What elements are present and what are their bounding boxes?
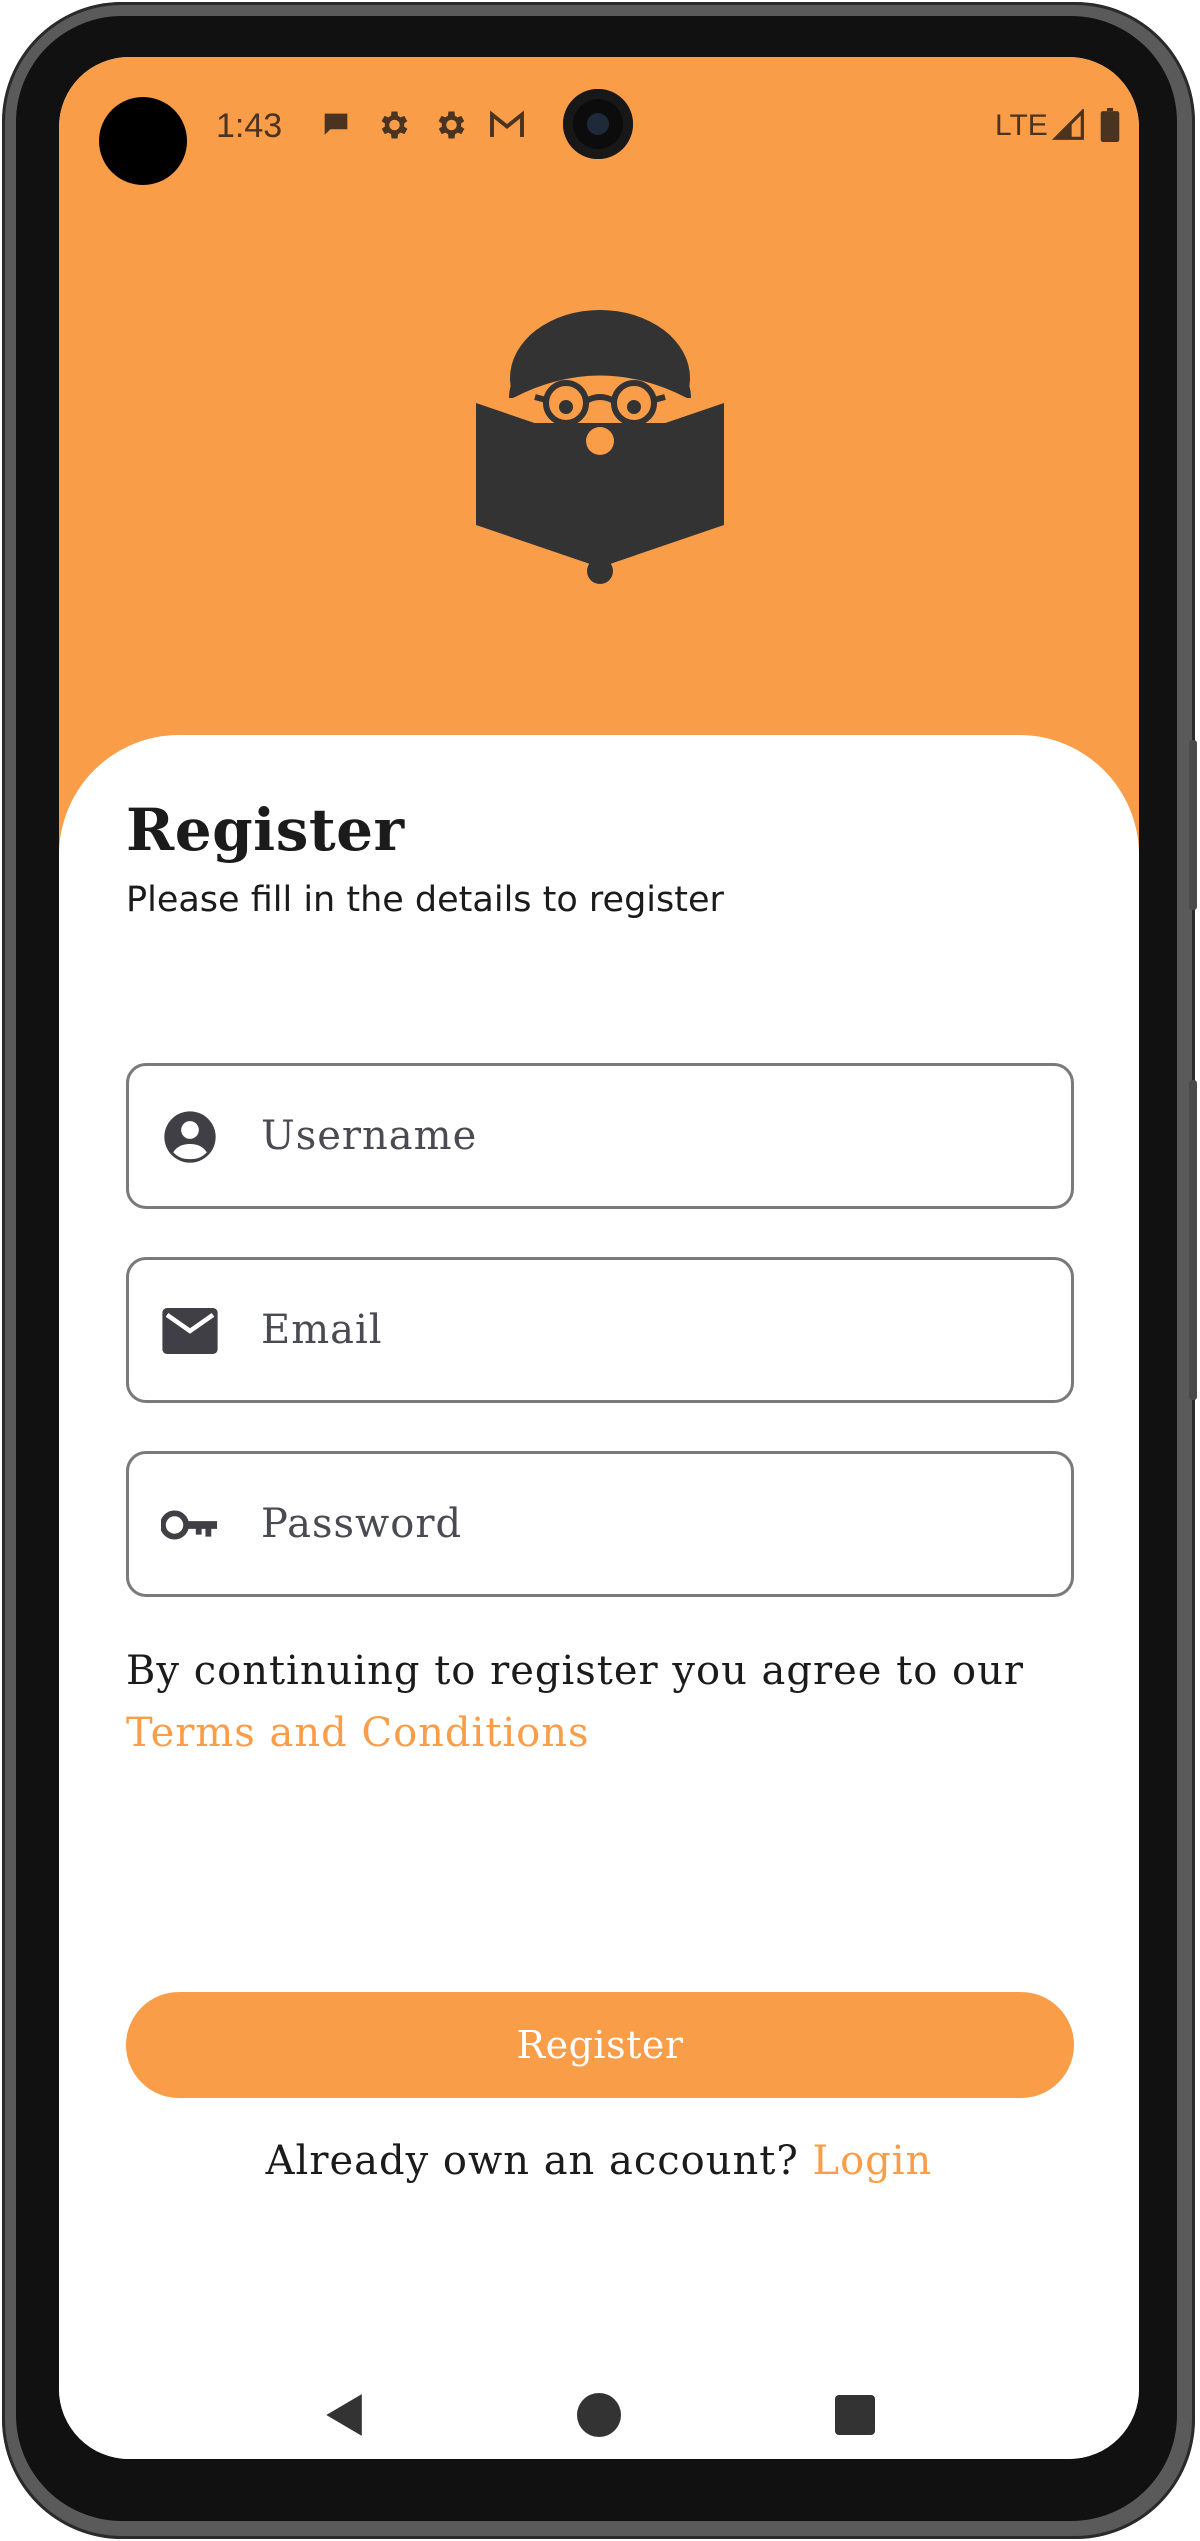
- recents-icon[interactable]: [831, 2391, 879, 2439]
- account-circle-icon: [161, 1108, 219, 1166]
- register-button[interactable]: Register: [126, 1992, 1074, 2098]
- power-button: [1189, 740, 1197, 910]
- terms-text: By continuing to register you agree to o…: [126, 1640, 1086, 1764]
- password-input[interactable]: [261, 1454, 1041, 1594]
- key-icon: [161, 1496, 219, 1554]
- email-input[interactable]: [261, 1260, 1041, 1400]
- page-title: Register: [126, 796, 405, 864]
- terms-prefix: By continuing to register you agree to o…: [126, 1648, 1025, 1694]
- password-field[interactable]: [126, 1451, 1074, 1597]
- back-icon[interactable]: [319, 2391, 367, 2439]
- mail-icon: [161, 1302, 219, 1360]
- login-prompt: Already own an account?: [265, 2138, 799, 2184]
- username-input[interactable]: [261, 1066, 1041, 1206]
- page-subtitle: Please fill in the details to register: [126, 880, 724, 920]
- terms-link[interactable]: Terms and Conditions: [126, 1710, 590, 1756]
- email-field[interactable]: [126, 1257, 1074, 1403]
- home-icon[interactable]: [575, 2391, 623, 2439]
- login-prompt-line: Already own an account? Login: [59, 2138, 1139, 2184]
- volume-button: [1189, 1080, 1197, 1400]
- login-link[interactable]: Login: [813, 2138, 933, 2184]
- navigation-bar: [59, 2357, 1139, 2459]
- username-field[interactable]: [126, 1063, 1074, 1209]
